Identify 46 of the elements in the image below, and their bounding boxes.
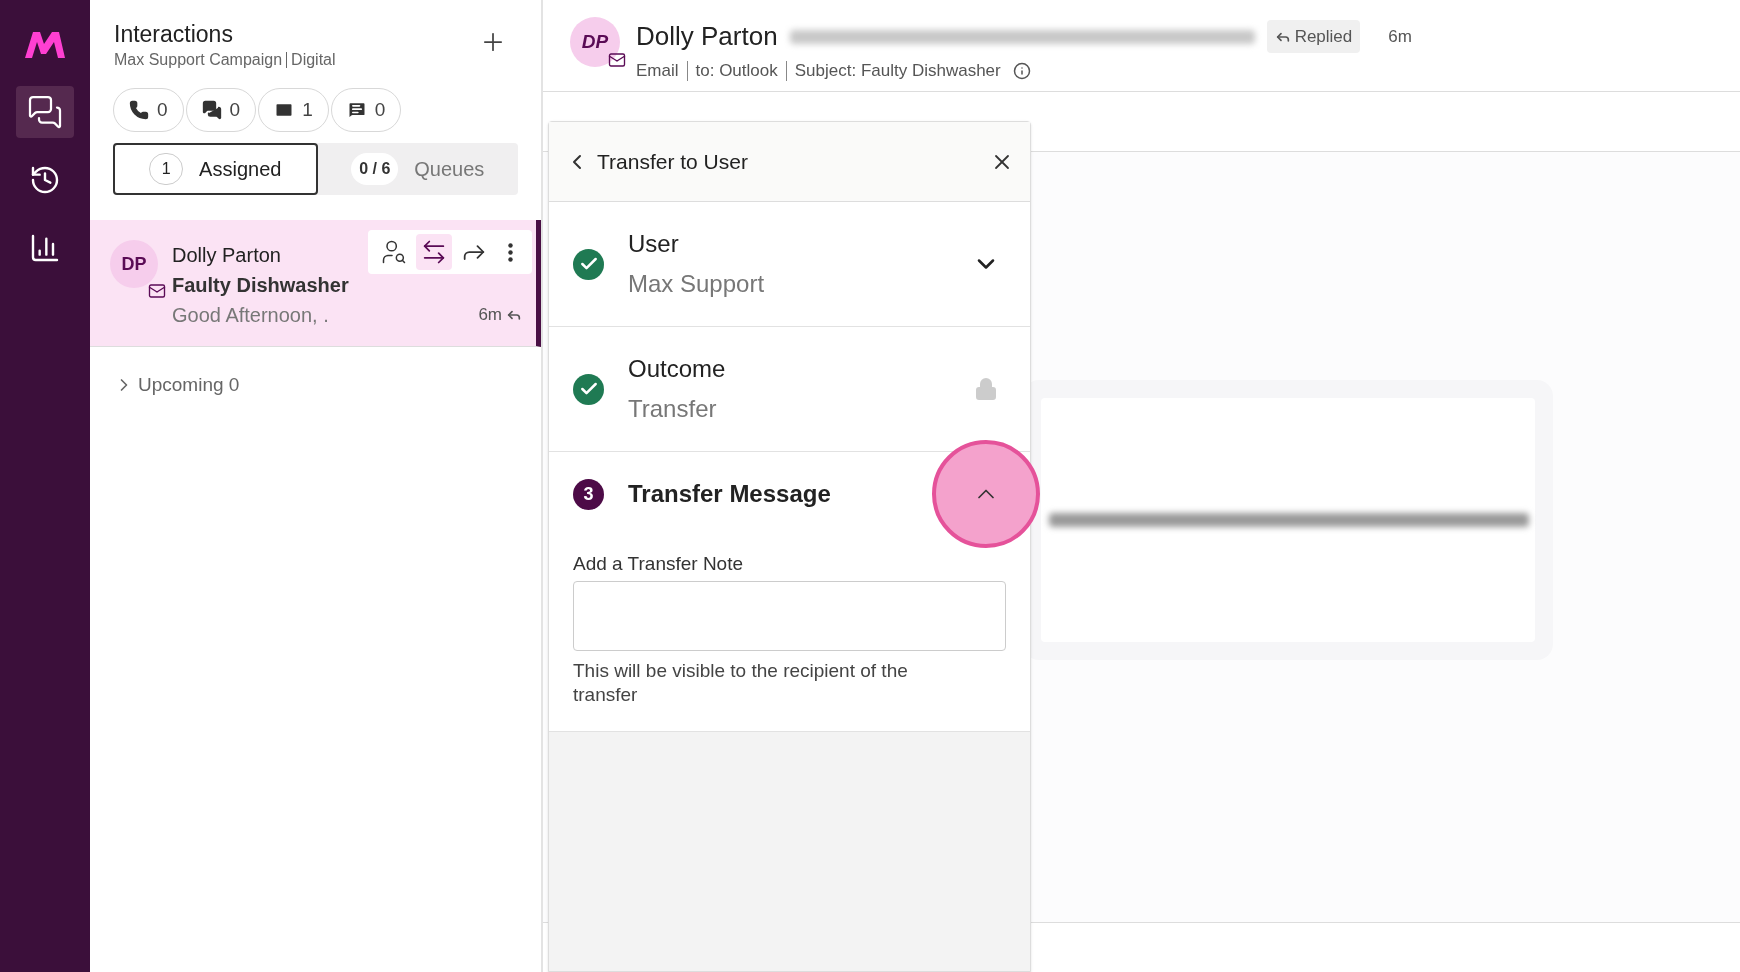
check-icon	[573, 248, 604, 280]
avatar: DP	[570, 17, 620, 67]
transfer-button[interactable]	[416, 234, 452, 270]
step-title: Outcome	[628, 354, 727, 384]
chat-bubbles-icon	[201, 100, 222, 120]
step-number: 3	[573, 478, 604, 510]
transfer-note-field[interactable]	[573, 580, 1006, 651]
message-icon	[346, 100, 367, 120]
lock-icon	[974, 377, 998, 401]
history-icon	[29, 164, 61, 196]
elapsed-time: 6m	[478, 304, 502, 327]
more-icon	[507, 242, 513, 262]
panel-title: Interactions	[114, 20, 234, 48]
panel-title: Transfer to User	[597, 148, 748, 175]
channel-label: Email	[636, 60, 679, 82]
user-search-icon	[380, 238, 408, 266]
channel-name: Digital	[291, 50, 336, 70]
check-icon	[573, 373, 604, 405]
step-title: User	[628, 229, 680, 259]
message-preview: Good Afternoon, .	[172, 303, 329, 328]
contact-name: Dolly Parton	[172, 243, 281, 268]
subject-label: Subject: Faulty Dishwasher	[794, 60, 1001, 82]
info-icon	[1012, 61, 1031, 80]
field-label: Add a Transfer Note	[573, 552, 745, 576]
bar-chart-icon	[29, 232, 61, 264]
list-tab[interactable]: 1 Assigned	[113, 143, 318, 195]
status-badge: Replied	[1266, 19, 1361, 54]
recipient-label: to: Outlook	[695, 60, 778, 82]
logo-icon	[25, 32, 65, 58]
upcoming-toggle[interactable]: Upcoming 0	[114, 371, 541, 400]
campaign-name: Max Support Campaign	[114, 50, 283, 70]
nav-button[interactable]	[16, 86, 74, 138]
chat-bubbles-icon	[27, 94, 63, 130]
interaction-subject: Faulty Dishwasher	[172, 273, 350, 298]
elapsed-time: 6m	[1388, 25, 1412, 48]
interaction-item[interactable]: DP Dolly Parton Faulty Dishwasher Good Afternoon, . 6m	[90, 220, 541, 347]
envelope-icon	[608, 51, 626, 69]
step-value: Transfer	[628, 394, 718, 424]
field-hint: This will be visible to the recipient of the transfer	[573, 658, 909, 707]
list-tab[interactable]: 0 / 6 Queues	[317, 143, 518, 195]
envelope-icon	[148, 282, 166, 300]
contact-name: Dolly Parton	[636, 20, 778, 53]
step-value: Max Support	[628, 269, 766, 299]
phone-icon	[129, 100, 149, 120]
avatar: DP	[110, 240, 158, 288]
step-title: Transfer Message	[628, 479, 832, 509]
